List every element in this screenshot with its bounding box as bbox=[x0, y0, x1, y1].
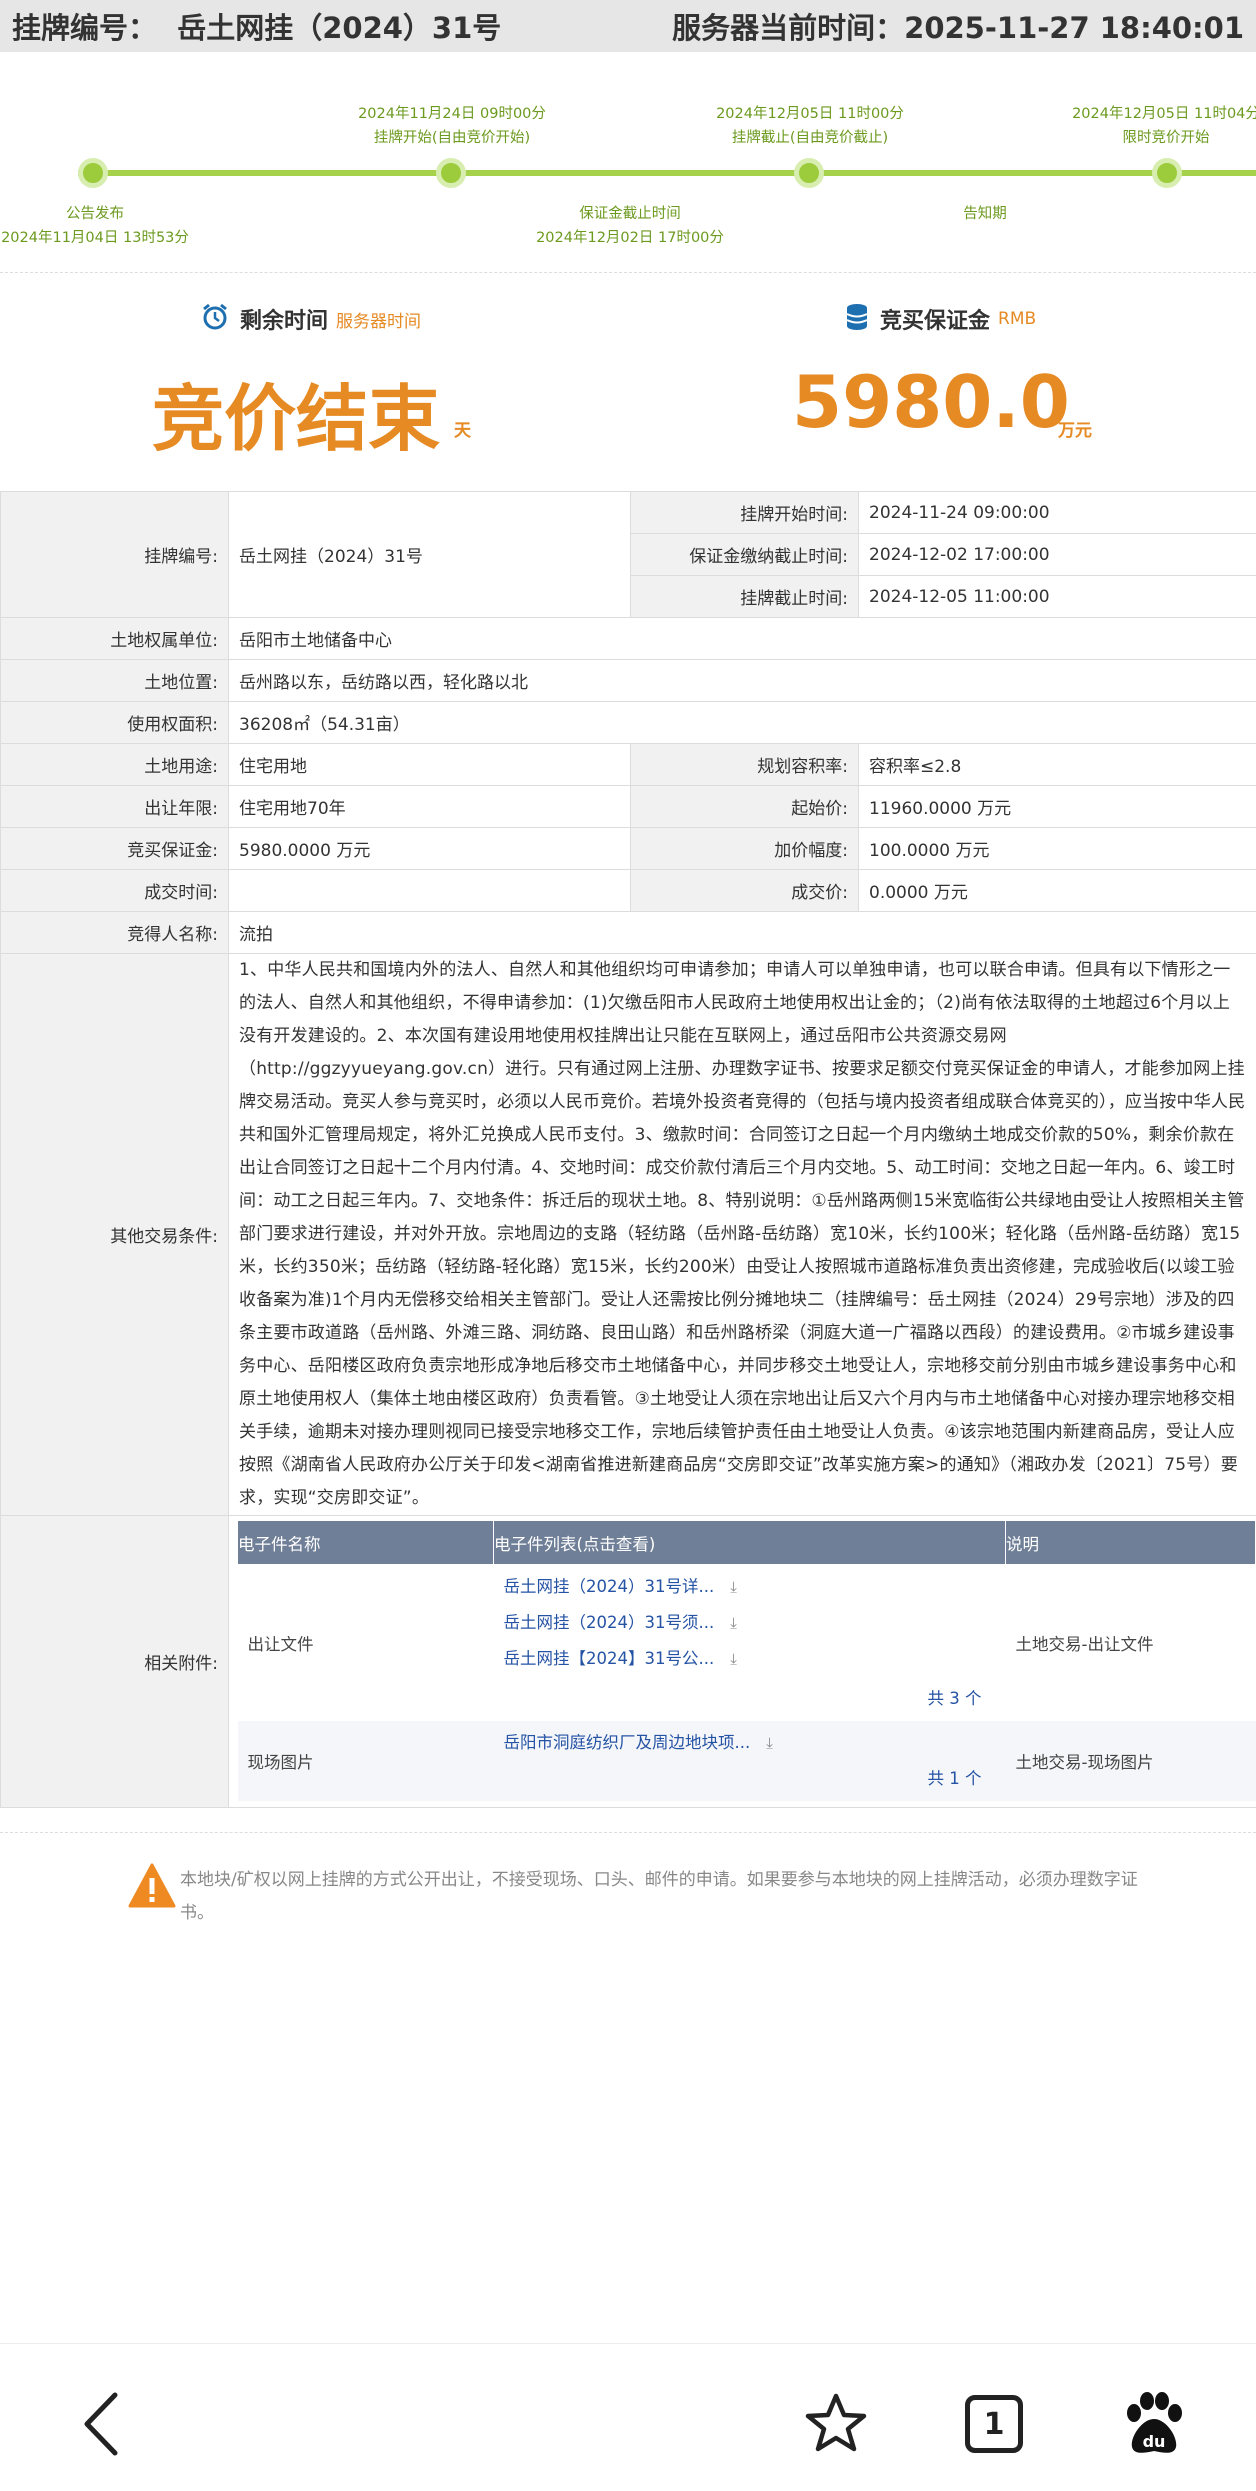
attachment-files-cell: 岳阳市洞庭纺织厂及周边地块项... ⤓ 共 1 个 bbox=[494, 1721, 1006, 1801]
listing-number-header: 挂牌编号： 岳土网挂（2024）31号 bbox=[12, 11, 502, 45]
timeline-step-listing-start: 2024年11月24日 09时00分 挂牌开始(自由竞价开始) bbox=[358, 106, 546, 146]
coins-icon bbox=[844, 302, 870, 336]
land-owner-label: 土地权属单位: bbox=[0, 617, 229, 660]
deposit-unit: 万元 bbox=[1058, 421, 1092, 441]
attachment-count: 共 3 个 bbox=[927, 1689, 982, 1708]
tabs-count: 1 bbox=[965, 2395, 1023, 2453]
deal-price-label: 成交价: bbox=[630, 869, 859, 912]
timeline-dot bbox=[1152, 158, 1182, 188]
attachment-group-name: 现场图片 bbox=[247, 1753, 314, 1772]
attachment-files-cell: 岳土网挂（2024）31号详... ⤓ 岳土网挂（2024）31号须... ⤓ 岳土… bbox=[494, 1565, 1006, 1722]
listing-number-label: 挂牌编号: bbox=[0, 491, 229, 618]
favorite-button[interactable] bbox=[796, 2384, 876, 2464]
bid-deposit-value: 5980.0000 万元 bbox=[228, 827, 631, 870]
bid-deposit-label: 竞买保证金: bbox=[0, 827, 229, 870]
attachment-group-row: 现场图片 岳阳市洞庭纺织厂及周边地块项... ⤓ 共 1 个 土地交易-现场图片 bbox=[237, 1721, 1256, 1801]
land-use-value: 住宅用地 bbox=[228, 743, 631, 786]
notice-text: 本地块/矿权以网上挂牌的方式公开出让，不接受现场、口头、邮件的申请。如果要参与本… bbox=[180, 1870, 1138, 1923]
attachment-file-link[interactable]: 岳土网挂【2024】31号公... ⤓ bbox=[504, 1641, 996, 1677]
listing-end-value: 2024-12-05 11:00:00 bbox=[858, 575, 1256, 618]
land-use-label: 土地用途: bbox=[0, 743, 229, 786]
bid-increment-value: 100.0000 万元 bbox=[858, 827, 1256, 870]
listing-end-label: 挂牌截止时间: bbox=[630, 575, 859, 618]
paw-icon: du bbox=[1127, 2392, 1182, 2453]
summary-panel: 剩余时间 服务器时间 竞价结束 天 竞买保证金 RMB 5980.0 万元 bbox=[0, 280, 1256, 490]
alarm-clock-icon bbox=[200, 302, 230, 336]
other-conditions-text: 1、中华人民共和国境内外的法人、自然人和其他组织均可申请参加；申请人可以单独申请… bbox=[228, 953, 1256, 1516]
timeline-dot bbox=[78, 158, 108, 188]
bottom-nav: 1 du bbox=[0, 2344, 1256, 2491]
timeline-step-listing-end: 2024年12月05日 11时00分 挂牌截止(自由竞价截止) bbox=[716, 106, 904, 146]
bid-increment-label: 加价幅度: bbox=[630, 827, 859, 870]
chevron-left-icon bbox=[84, 2392, 118, 2456]
timeline-step-timed-bidding: 2024年12月05日 11时04分 限时竞价开始 bbox=[1072, 106, 1256, 146]
listing-number-value: 岳土网挂（2024）31号 bbox=[228, 491, 631, 618]
other-conditions-label: 其他交易条件: bbox=[0, 953, 229, 1516]
attachment-file-link[interactable]: 岳土网挂（2024）31号详... ⤓ bbox=[504, 1569, 996, 1605]
attachment-file-link[interactable]: 岳阳市洞庭纺织厂及周边地块项... ⤓ bbox=[504, 1725, 996, 1761]
attachment-count: 共 1 个 bbox=[927, 1769, 982, 1788]
timeline-dot bbox=[436, 158, 466, 188]
divider bbox=[0, 272, 1256, 273]
remaining-time-heading: 剩余时间 服务器时间 bbox=[200, 302, 421, 336]
winner-value: 流拍 bbox=[228, 911, 1256, 954]
timeline-step-announcement: 公告发布 2024年11月04日 13时53分 bbox=[1, 206, 189, 246]
land-area-value: 36208㎡（54.31亩） bbox=[228, 701, 1256, 744]
remaining-time-value: 竞价结束 bbox=[152, 377, 441, 461]
svg-text:du: du bbox=[1143, 2432, 1166, 2451]
attachments-label: 相关附件: bbox=[0, 1515, 229, 1808]
land-location-value: 岳州路以东，岳纺路以西，轻化路以北 bbox=[228, 659, 1256, 702]
deposit-heading: 竞买保证金 RMB bbox=[844, 302, 1036, 336]
land-area-label: 使用权面积: bbox=[0, 701, 229, 744]
attachment-group-row: 出让文件 岳土网挂（2024）31号详... ⤓ 岳土网挂（2024）31号须..… bbox=[238, 1565, 1256, 1722]
deal-time-value bbox=[228, 869, 631, 912]
winner-label: 竞得人名称: bbox=[0, 911, 229, 954]
attachment-group-name: 出让文件 bbox=[247, 1635, 314, 1654]
plot-ratio-value: 容积率≤2.8 bbox=[858, 743, 1256, 786]
timeline-step-notice-period: 告知期 bbox=[963, 206, 1007, 222]
download-icon[interactable]: ⤓ bbox=[730, 1569, 737, 1605]
remaining-time-unit: 天 bbox=[454, 421, 471, 441]
listing-start-value: 2024-11-24 09:00:00 bbox=[858, 491, 1256, 534]
deposit-value: 5980.0 bbox=[792, 360, 1070, 444]
listing-start-label: 挂牌开始时间: bbox=[630, 491, 859, 534]
attachment-group-desc: 土地交易-现场图片 bbox=[1015, 1753, 1154, 1772]
start-price-value: 11960.0000 万元 bbox=[858, 785, 1256, 828]
baidu-button[interactable]: du bbox=[1114, 2384, 1194, 2464]
lease-term-value: 住宅用地70年 bbox=[228, 785, 631, 828]
attachments-header-files: 电子件列表(点击查看) bbox=[493, 1520, 1006, 1565]
land-info-table: 挂牌编号: 岳土网挂（2024）31号 挂牌开始时间: 2024-11-24 0… bbox=[0, 491, 1256, 1808]
deal-price-value: 0.0000 万元 bbox=[858, 869, 1256, 912]
star-icon bbox=[805, 2393, 867, 2452]
land-location-label: 土地位置: bbox=[0, 659, 229, 702]
start-price-label: 起始价: bbox=[630, 785, 859, 828]
attachments-cell: 电子件名称 电子件列表(点击查看) 说明 出让文件 岳土网挂（2024）31号详… bbox=[228, 1515, 1256, 1808]
attachment-group-desc: 土地交易-出让文件 bbox=[1015, 1635, 1154, 1654]
attachment-file-link[interactable]: 岳土网挂（2024）31号须... ⤓ bbox=[504, 1605, 996, 1641]
timeline-line bbox=[78, 170, 1256, 176]
attachments-header-desc: 说明 bbox=[1005, 1520, 1256, 1565]
download-icon[interactable]: ⤓ bbox=[730, 1641, 737, 1677]
timeline: 2024年11月24日 09时00分 挂牌开始(自由竞价开始) 2024年12月0… bbox=[0, 52, 1256, 273]
download-icon[interactable]: ⤓ bbox=[766, 1725, 773, 1761]
back-button[interactable] bbox=[62, 2384, 142, 2464]
timeline-dot bbox=[794, 158, 824, 188]
warning-icon bbox=[128, 1862, 176, 1914]
download-icon[interactable]: ⤓ bbox=[730, 1605, 737, 1641]
divider bbox=[0, 1832, 1256, 1833]
attachments-table: 电子件名称 电子件列表(点击查看) 说明 出让文件 岳土网挂（2024）31号详… bbox=[237, 1520, 1256, 1801]
lease-term-label: 出让年限: bbox=[0, 785, 229, 828]
plot-ratio-label: 规划容积率: bbox=[630, 743, 859, 786]
deposit-deadline-label: 保证金缴纳截止时间: bbox=[630, 533, 859, 576]
top-bar: 挂牌编号： 岳土网挂（2024）31号 服务器当前时间：2025-11-27 1… bbox=[0, 0, 1256, 52]
server-time-header: 服务器当前时间：2025-11-27 18:40:01 bbox=[672, 11, 1244, 45]
attachments-header-name: 电子件名称 bbox=[237, 1520, 494, 1565]
tabs-button[interactable]: 1 bbox=[954, 2384, 1034, 2464]
deal-time-label: 成交时间: bbox=[0, 869, 229, 912]
land-owner-value: 岳阳市土地储备中心 bbox=[228, 617, 1256, 660]
timeline-step-deposit-deadline: 保证金截止时间 2024年12月02日 17时00分 bbox=[536, 206, 724, 246]
deposit-deadline-value: 2024-12-02 17:00:00 bbox=[858, 533, 1256, 576]
